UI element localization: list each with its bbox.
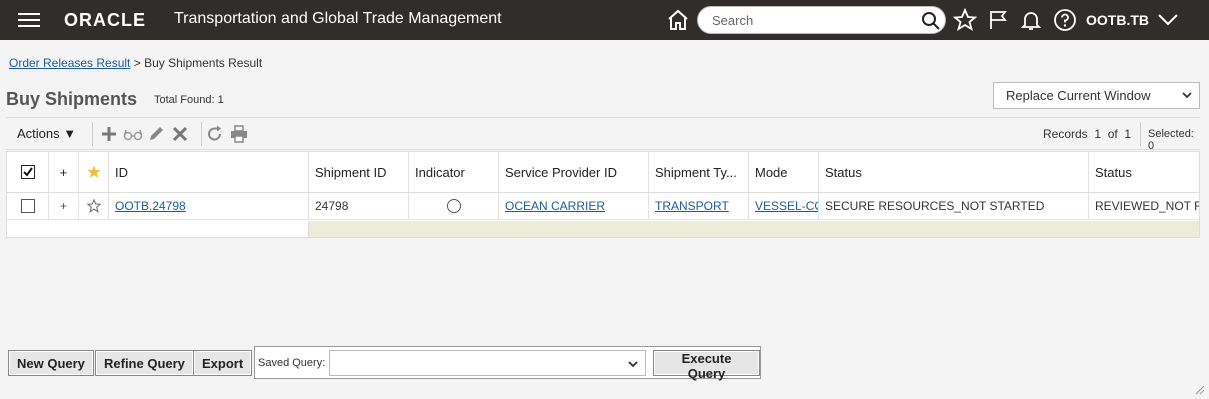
toolbar-divider bbox=[1140, 122, 1141, 146]
row-select-cell bbox=[7, 193, 49, 219]
favorite-star-outline-icon[interactable] bbox=[86, 199, 101, 213]
search-icon[interactable] bbox=[921, 11, 941, 31]
cell-mode: VESSEL-CO bbox=[749, 193, 819, 219]
breadcrumb-separator: > bbox=[133, 56, 141, 70]
saved-query-panel: Saved Query: Execute Query bbox=[254, 346, 761, 381]
records-indicator: Records 1 of 1 bbox=[1043, 127, 1131, 141]
cell-status: SECURE RESOURCES_NOT STARTED bbox=[819, 193, 1089, 219]
records-total: 1 bbox=[1124, 127, 1132, 141]
chevron-down-icon bbox=[628, 361, 638, 368]
header-select-all-cell bbox=[7, 152, 49, 192]
column-header-shipment-id[interactable]: Shipment ID bbox=[309, 152, 409, 192]
saved-query-label: Saved Query: bbox=[258, 357, 326, 369]
records-current: 1 bbox=[1094, 127, 1102, 141]
menu-icon[interactable] bbox=[18, 13, 40, 27]
breadcrumb: Order Releases Result > Buy Shipments Re… bbox=[9, 56, 262, 70]
export-button[interactable]: Export bbox=[193, 350, 253, 376]
column-header-indicator[interactable]: Indicator bbox=[409, 152, 499, 192]
actions-menu-button[interactable]: Actions ▼ bbox=[17, 126, 76, 141]
selected-count: Selected: 0 bbox=[1148, 128, 1200, 152]
resize-grip-icon[interactable] bbox=[1193, 383, 1205, 395]
table-filler-row bbox=[7, 221, 1199, 237]
notifications-bell-icon[interactable] bbox=[1019, 8, 1043, 32]
user-name[interactable]: OOTB.TB bbox=[1086, 12, 1149, 28]
view-glasses-icon[interactable] bbox=[123, 125, 143, 143]
records-of: of bbox=[1107, 127, 1118, 141]
favorites-star-icon[interactable] bbox=[953, 8, 977, 32]
toolbar-divider bbox=[201, 122, 202, 146]
breadcrumb-order-releases-link[interactable]: Order Releases Result bbox=[9, 56, 130, 70]
window-mode-select[interactable]: Replace Current Window bbox=[993, 82, 1200, 109]
execute-query-button[interactable]: Execute Query bbox=[653, 350, 760, 381]
chevron-down-icon bbox=[1182, 92, 1192, 99]
cell-shipment-type: TRANSPORT bbox=[649, 193, 749, 219]
indicator-circle-icon bbox=[446, 199, 461, 213]
header-favorite-cell bbox=[79, 152, 109, 192]
new-query-button[interactable]: New Query bbox=[8, 350, 94, 376]
app-header: ORACLE Transportation and Global Trade M… bbox=[0, 0, 1209, 40]
caret-down-icon: ▼ bbox=[63, 126, 77, 141]
refresh-icon[interactable] bbox=[206, 125, 224, 143]
service-provider-link[interactable]: OCEAN CARRIER bbox=[505, 199, 605, 213]
row-favorite-cell bbox=[79, 193, 109, 219]
favorite-star-icon bbox=[87, 165, 100, 178]
toolbar-divider bbox=[92, 122, 93, 146]
delete-x-icon[interactable] bbox=[171, 125, 189, 143]
breadcrumb-current: Buy Shipments Result bbox=[144, 56, 263, 70]
column-header-id[interactable]: ID bbox=[109, 152, 309, 192]
cell-id: OOTB.24798 bbox=[109, 193, 309, 219]
column-header-service-provider[interactable]: Service Provider ID bbox=[499, 152, 649, 192]
row-expand-button[interactable]: + bbox=[49, 193, 79, 219]
row-select-checkbox[interactable] bbox=[20, 199, 35, 213]
results-table: + ID Shipment ID Indicator Service Provi… bbox=[6, 151, 1200, 238]
user-menu-chevron-icon[interactable] bbox=[1157, 10, 1179, 30]
table-row[interactable]: + OOTB.24798 24798 OCEAN CARRIER TRANSPO… bbox=[7, 193, 1199, 220]
flag-icon[interactable] bbox=[987, 8, 1011, 32]
saved-query-select[interactable] bbox=[329, 350, 646, 376]
cell-shipment-id: 24798 bbox=[309, 193, 409, 219]
column-header-status[interactable]: Status bbox=[819, 152, 1089, 192]
selected-label: Selected: bbox=[1148, 128, 1194, 140]
column-header-mode[interactable]: Mode bbox=[749, 152, 819, 192]
total-found: Total Found: 1 bbox=[154, 94, 224, 106]
column-header-shipment-type[interactable]: Shipment Ty... bbox=[649, 152, 749, 192]
app-title: Transportation and Global Trade Manageme… bbox=[174, 10, 502, 27]
mode-link[interactable]: VESSEL-CO bbox=[755, 199, 818, 213]
search-input[interactable] bbox=[712, 12, 912, 28]
print-icon[interactable] bbox=[230, 125, 248, 143]
header-expand-cell[interactable]: + bbox=[49, 152, 79, 192]
oracle-logo: ORACLE bbox=[64, 10, 146, 30]
select-all-checkbox[interactable] bbox=[20, 165, 35, 179]
filler-right bbox=[309, 221, 1199, 237]
page-title: Buy Shipments bbox=[6, 89, 138, 109]
column-header-status-2[interactable]: Status bbox=[1089, 152, 1199, 192]
cell-service-provider: OCEAN CARRIER bbox=[499, 193, 649, 219]
records-label: Records bbox=[1043, 127, 1088, 141]
actions-label: Actions bbox=[17, 126, 60, 141]
results-toolbar: Actions ▼ Records 1 of 1 Selected: 0 bbox=[6, 117, 1200, 152]
cell-indicator bbox=[409, 193, 499, 219]
window-mode-value: Replace Current Window bbox=[1006, 88, 1151, 103]
home-icon[interactable] bbox=[666, 8, 690, 32]
table-header-row: + ID Shipment ID Indicator Service Provi… bbox=[7, 152, 1199, 193]
shipment-type-link[interactable]: TRANSPORT bbox=[655, 199, 729, 213]
search-box[interactable] bbox=[697, 6, 946, 34]
filler-left bbox=[7, 221, 309, 237]
help-icon[interactable] bbox=[1053, 8, 1077, 32]
refine-query-button[interactable]: Refine Query bbox=[95, 350, 194, 376]
cell-status-2: REVIEWED_NOT REV bbox=[1089, 193, 1199, 219]
add-icon[interactable] bbox=[100, 125, 118, 143]
edit-pencil-icon[interactable] bbox=[147, 125, 165, 143]
shipment-link[interactable]: OOTB.24798 bbox=[115, 199, 186, 213]
